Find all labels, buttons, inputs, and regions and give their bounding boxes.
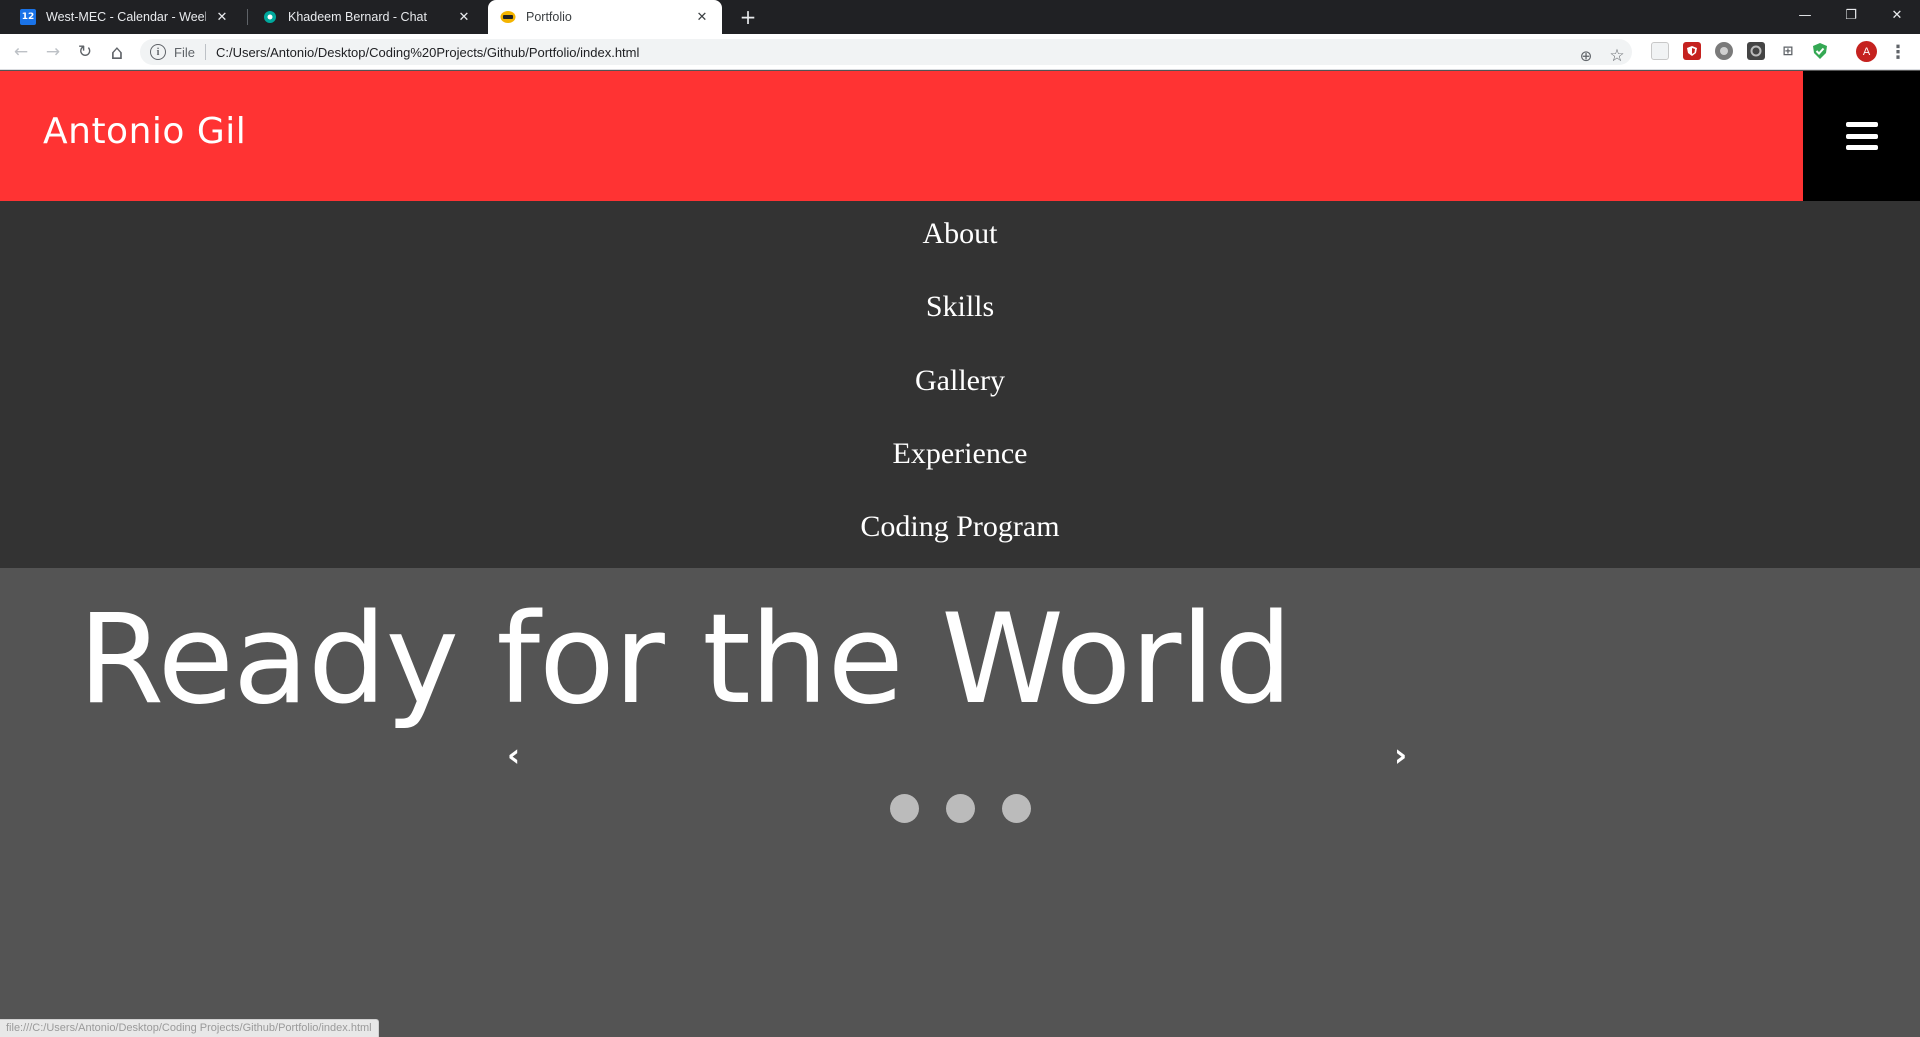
slider-dot-2[interactable] xyxy=(945,794,975,823)
address-bar[interactable]: i File C:/Users/Antonio/Desktop/Coding%2… xyxy=(140,39,1632,68)
slider-prev-button[interactable]: ‹ xyxy=(507,736,520,774)
tab-title: Khadeem Bernard - Chat xyxy=(288,10,427,24)
slider-dots xyxy=(0,794,1920,823)
back-icon[interactable]: ← xyxy=(8,39,34,65)
portfolio-icon xyxy=(500,9,516,25)
nav-menu: About Skills Gallery Experience Coding P… xyxy=(0,201,1920,568)
calendar-icon: 12 xyxy=(20,9,36,25)
nav-item-skills[interactable]: Skills xyxy=(0,290,1920,324)
extension-shield-icon[interactable] xyxy=(1683,42,1701,60)
site-header: Antonio Gil xyxy=(0,71,1920,201)
zoom-icon[interactable]: ⊕ xyxy=(1574,44,1598,68)
brand-title[interactable]: Antonio Gil xyxy=(43,111,246,152)
scheme-label: File xyxy=(174,44,195,60)
extension-blank-icon[interactable] xyxy=(1651,42,1669,60)
minimize-icon[interactable]: — xyxy=(1782,0,1828,30)
hero-title: Ready for the World xyxy=(78,588,1293,732)
close-window-icon[interactable]: ✕ xyxy=(1874,0,1920,30)
forward-icon[interactable]: → xyxy=(40,39,66,65)
nav-item-experience[interactable]: Experience xyxy=(0,437,1920,471)
url-text[interactable]: C:/Users/Antonio/Desktop/Coding%20Projec… xyxy=(216,45,639,60)
hero-slider: Ready for the World ‹ › xyxy=(0,568,1920,1037)
status-bubble: file:///C:/Users/Antonio/Desktop/Coding … xyxy=(0,1019,379,1037)
browser-tab-chat[interactable]: Khadeem Bernard - Chat ✕ xyxy=(250,0,484,34)
extension-check-shield-icon[interactable] xyxy=(1811,42,1829,60)
chat-icon xyxy=(262,9,278,25)
site-info-icon[interactable]: i xyxy=(150,44,166,60)
reload-icon[interactable]: ↻ xyxy=(72,39,98,65)
browser-menu-icon[interactable]: ⋮ xyxy=(1888,40,1908,64)
browser-tab-portfolio[interactable]: Portfolio ✕ xyxy=(488,0,722,34)
profile-avatar[interactable]: A xyxy=(1856,41,1877,62)
close-tab-icon[interactable]: ✕ xyxy=(214,9,230,25)
browser-toolbar: ← → ↻ ⌂ i File C:/Users/Antonio/Desktop/… xyxy=(0,34,1920,70)
tab-title: West-MEC - Calendar - Week of xyxy=(46,10,206,24)
home-icon[interactable]: ⌂ xyxy=(104,39,130,65)
nav-item-about[interactable]: About xyxy=(0,217,1920,251)
slider-dot-1[interactable] xyxy=(889,794,919,823)
tab-title: Portfolio xyxy=(526,10,572,24)
restore-icon[interactable]: ❐ xyxy=(1828,0,1874,30)
extension-circle-icon[interactable] xyxy=(1715,42,1733,60)
extension-dark-icon[interactable] xyxy=(1747,42,1765,60)
extension-grid-icon[interactable]: ⊞ xyxy=(1779,42,1797,60)
new-tab-button[interactable]: + xyxy=(736,5,760,29)
bookmark-star-icon[interactable]: ☆ xyxy=(1605,44,1629,68)
nav-item-gallery[interactable]: Gallery xyxy=(0,364,1920,398)
slider-dot-3[interactable] xyxy=(1001,794,1031,823)
slider-next-button[interactable]: › xyxy=(1394,736,1407,774)
tab-separator xyxy=(247,9,248,25)
nav-item-coding-program[interactable]: Coding Program xyxy=(0,510,1920,544)
close-tab-icon[interactable]: ✕ xyxy=(456,9,472,25)
browser-tab-strip: 12 West-MEC - Calendar - Week of ✕ Khade… xyxy=(0,0,1920,34)
omnibox-divider xyxy=(204,44,206,60)
browser-tab-calendar[interactable]: 12 West-MEC - Calendar - Week of ✕ xyxy=(8,0,242,34)
hamburger-menu-button[interactable] xyxy=(1803,71,1920,201)
hamburger-icon xyxy=(1845,122,1878,150)
close-tab-icon[interactable]: ✕ xyxy=(694,9,710,25)
